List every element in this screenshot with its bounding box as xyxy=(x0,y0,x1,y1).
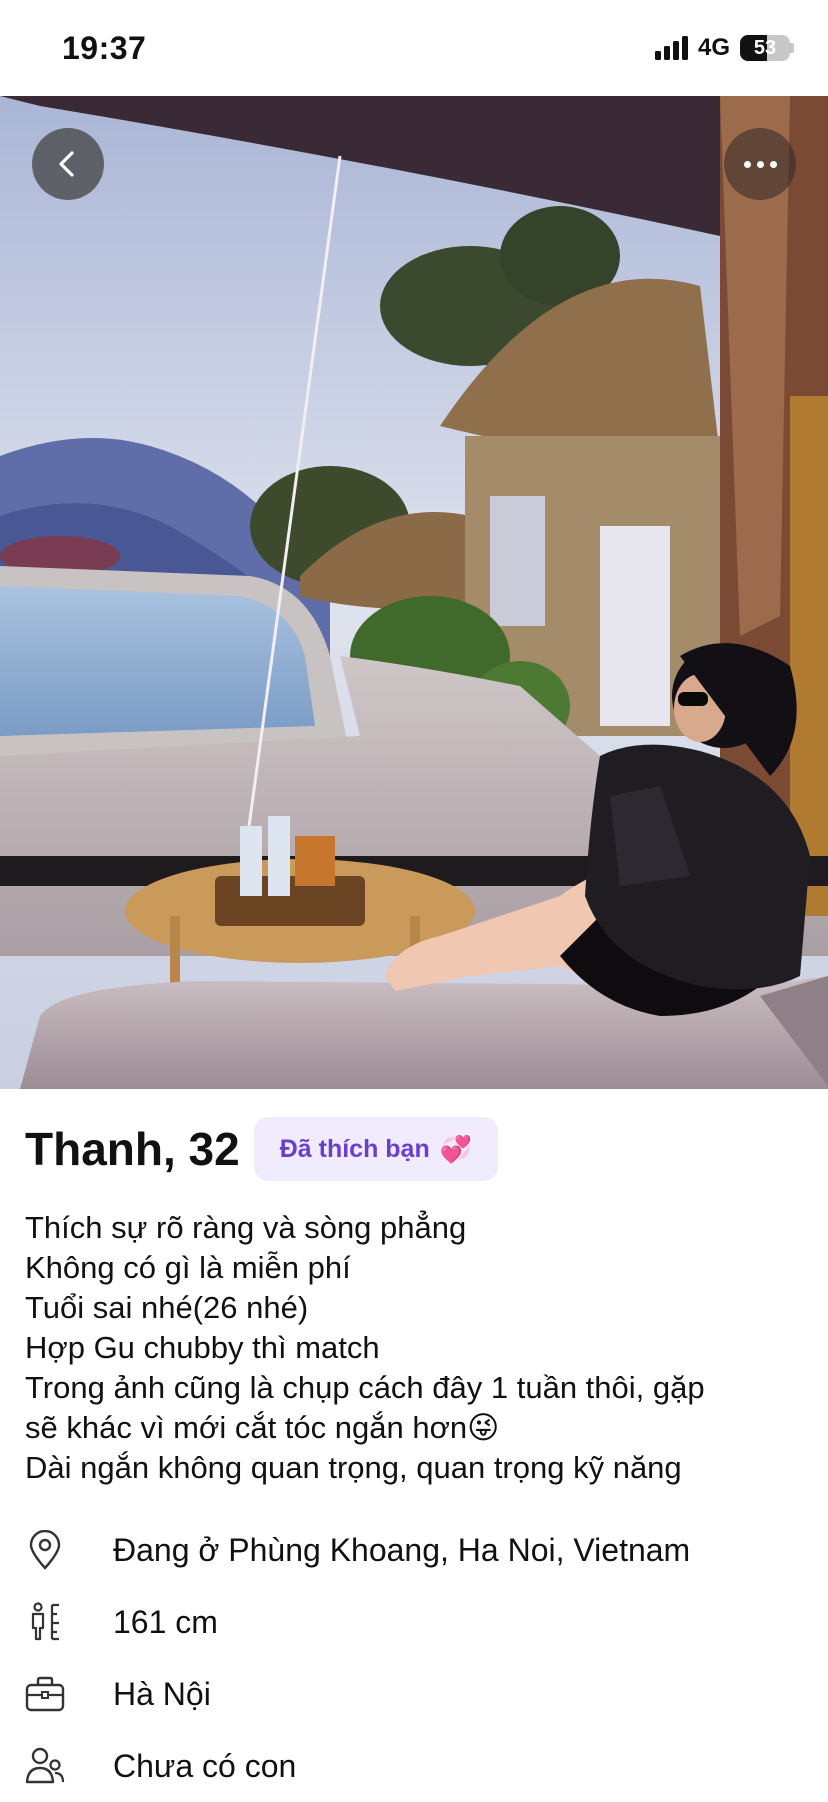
bio-text: Thích sự rõ ràng và sòng phẳng Không có … xyxy=(25,1208,815,1488)
liked-you-badge: Đã thích bạn 💞 xyxy=(253,1117,499,1181)
chevron-left-icon xyxy=(59,151,74,177)
info-row-location: Đang ở Phùng Khoang, Ha Noi, Vietnam xyxy=(25,1514,815,1586)
bio-line: Dài ngắn không quan trọng, quan trọng kỹ… xyxy=(25,1450,682,1485)
info-row-children: Chưa có con xyxy=(25,1730,815,1802)
signal-icon xyxy=(654,36,688,60)
network-type: 4G xyxy=(697,34,730,61)
liked-badge-label: Đã thích bạn xyxy=(279,1134,430,1163)
ellipsis-icon xyxy=(743,160,751,168)
back-button[interactable] xyxy=(32,128,104,200)
bio-line: sẽ khác vì mới cắt tóc ngắn hơn😜 xyxy=(25,1410,500,1445)
status-time: 19:37 xyxy=(62,30,147,66)
work-text: Hà Nội xyxy=(113,1675,211,1712)
height-icon xyxy=(25,1602,65,1642)
profile-info-list: Đang ở Phùng Khoang, Ha Noi, Vietnam 161… xyxy=(25,1514,815,1802)
profile-header: Thanh, 32 Đã thích bạn 💞 xyxy=(25,1117,499,1181)
bio-line: Không có gì là miễn phí xyxy=(25,1250,351,1285)
location-text: Đang ở Phùng Khoang, Ha Noi, Vietnam xyxy=(113,1531,691,1568)
bio-line: Tuổi sai nhé(26 nhé) xyxy=(25,1290,309,1325)
battery-level: 53 xyxy=(753,36,777,59)
location-pin-icon xyxy=(25,1530,65,1570)
bio-line: Thích sự rõ ràng và sòng phẳng xyxy=(25,1210,467,1245)
heart-emoji-icon: 💞 xyxy=(439,1133,473,1164)
profile-photo[interactable] xyxy=(0,96,828,1089)
bio-line: Trong ảnh cũng là chụp cách đây 1 tuần t… xyxy=(25,1370,705,1405)
people-icon xyxy=(25,1746,65,1786)
more-options-button[interactable] xyxy=(724,128,796,200)
name-age: Thanh, 32 xyxy=(25,1123,240,1175)
battery-icon: 53 xyxy=(740,35,794,61)
info-row-work: Hà Nội xyxy=(25,1658,815,1730)
status-bar: 19:37 4G 53 xyxy=(0,0,828,96)
children-text: Chưa có con xyxy=(113,1747,297,1784)
briefcase-icon xyxy=(25,1674,65,1714)
photo-scene xyxy=(0,96,828,1089)
height-text: 161 cm xyxy=(113,1603,218,1640)
status-indicators: 4G 53 xyxy=(654,34,794,62)
bio-line: Hợp Gu chubby thì match xyxy=(25,1330,380,1365)
info-row-height: 161 cm xyxy=(25,1586,815,1658)
